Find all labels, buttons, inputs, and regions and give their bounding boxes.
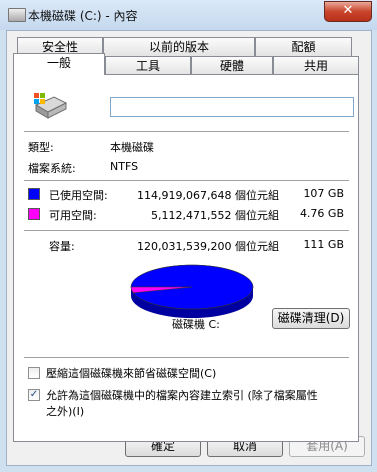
used-space-bytes: 114,919,067,648 個位元組 [137, 189, 279, 202]
index-checkbox[interactable]: ✓ [28, 389, 40, 401]
tab-sharing[interactable]: 共用 [273, 56, 359, 75]
type-label: 類型: [28, 141, 54, 154]
drive-icon [34, 93, 68, 119]
capacity-bytes: 120,031,539,200 個位元組 [137, 240, 279, 253]
disk-cleanup-button[interactable]: 磁碟清理(D) [272, 308, 350, 329]
drive-name-input[interactable] [110, 97, 354, 117]
close-button[interactable]: ✕ [324, 1, 372, 22]
capacity-label: 容量: [49, 240, 75, 253]
divider [24, 357, 349, 358]
compress-label: 壓縮這個磁碟機來節省磁碟空間(C) [46, 367, 217, 380]
tab-tools[interactable]: 工具 [105, 56, 191, 75]
tab-general[interactable]: 一般 [13, 53, 105, 75]
free-space-bytes: 5,112,471,552 個位元組 [151, 209, 279, 222]
drive-window-icon [8, 8, 26, 22]
dialog-body: 安全性 以前的版本 配額 一般 工具 硬體 共用 類型: 本機磁碟 檔案系統: … [6, 30, 372, 466]
used-space-size: 107 GB [303, 187, 344, 200]
drive-label: 磁碟機 C: [172, 318, 220, 331]
free-space-size: 4.76 GB [299, 207, 344, 220]
tab-previous-versions[interactable]: 以前的版本 [103, 37, 255, 56]
window-title: 本機磁碟 (C:) - 內容 [28, 9, 138, 23]
used-space-swatch [28, 188, 40, 200]
used-space-label: 已使用空間: [49, 189, 108, 202]
index-label-line1: 允許為這個磁碟機中的檔案內容建立索引 (除了檔案屬性 [46, 389, 318, 402]
general-panel: 類型: 本機磁碟 檔案系統: NTFS 已使用空間: 114,919,067,6… [13, 74, 359, 442]
file-system-label: 檔案系統: [28, 162, 76, 175]
file-system-value: NTFS [110, 160, 139, 173]
divider [24, 180, 349, 181]
tab-hardware[interactable]: 硬體 [191, 56, 273, 75]
free-space-swatch [28, 208, 40, 220]
divider [24, 230, 349, 231]
compress-checkbox[interactable] [28, 367, 40, 379]
divider [24, 131, 349, 132]
title-bar: 本機磁碟 (C:) - 內容 ✕ [0, 0, 377, 30]
tab-quota[interactable]: 配額 [255, 37, 352, 56]
free-space-label: 可用空間: [49, 209, 97, 222]
capacity-size: 111 GB [303, 238, 344, 251]
type-value: 本機磁碟 [110, 141, 154, 154]
index-label-line2: 之外)(I) [46, 405, 85, 418]
